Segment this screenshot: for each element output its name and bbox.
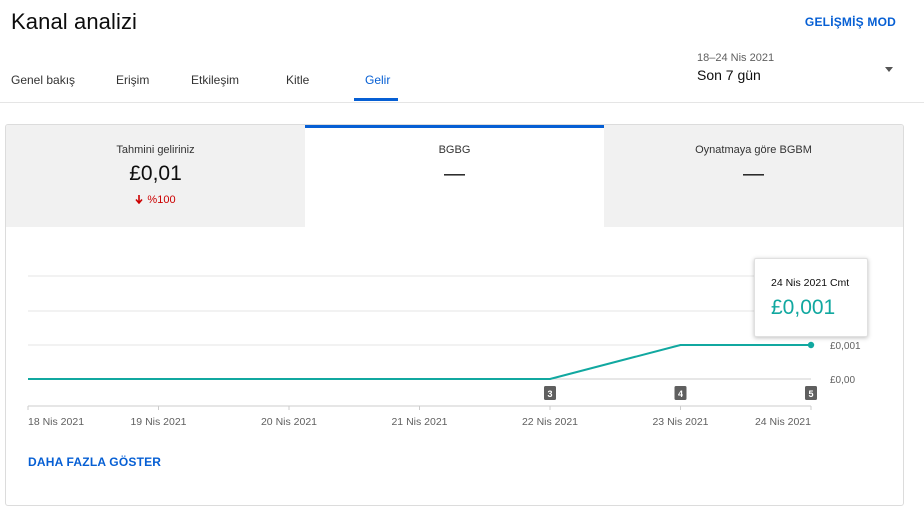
x-tick-label: 21 Nis 2021 (391, 416, 447, 428)
series-line (28, 344, 811, 380)
x-tick-label: 22 Nis 2021 (522, 416, 578, 428)
y-tick-label: £0,001 (830, 341, 861, 352)
tooltip-value: £0,001 (771, 296, 836, 319)
x-tick-label: 20 Nis 2021 (261, 416, 317, 428)
chart-tooltip: 24 Nis 2021 Cmt £0,001 (754, 258, 868, 337)
y-tick-label: £0,00 (830, 375, 855, 386)
tooltip-date: 24 Nis 2021 Cmt (771, 277, 850, 289)
revenue-line-chart: £0,00 £0,001 18 Nis 2021 19 Nis 2021 20 Nis … (27, 275, 861, 428)
series-point (807, 341, 815, 349)
x-tick-label: 24 Nis 2021 (755, 416, 811, 428)
annotation-marker-label: 5 (808, 389, 813, 399)
x-tick-label: 23 Nis 2021 (652, 416, 708, 428)
annotation-marker-label: 4 (678, 389, 683, 399)
annotation-marker-label: 3 (547, 389, 552, 399)
show-more-button[interactable]: DAHA FAZLA GÖSTER (28, 455, 161, 469)
x-tick-label: 19 Nis 2021 (130, 416, 186, 428)
x-tick-label: 18 Nis 2021 (28, 416, 84, 428)
